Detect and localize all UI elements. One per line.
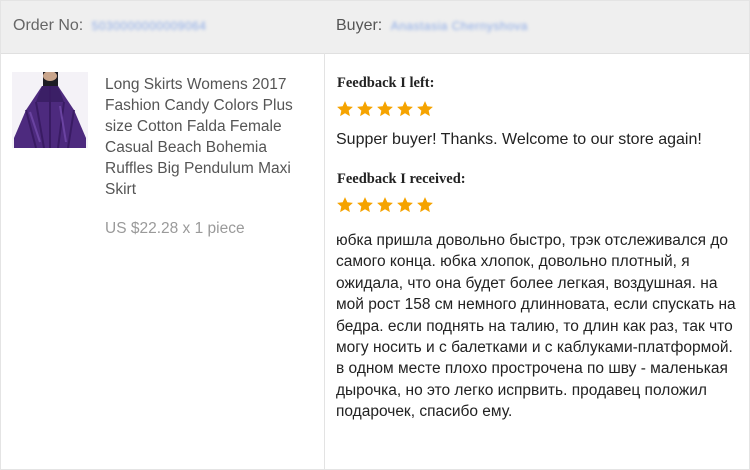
feedback-received-rating	[336, 196, 434, 214]
star-icon	[377, 197, 393, 213]
feedback-left-rating	[336, 100, 434, 118]
order-header: Order No: 5030000000009064 Buyer: Anasta…	[1, 1, 749, 54]
star-icon	[417, 197, 433, 213]
buyer-label: Buyer:	[336, 17, 383, 34]
order-number-field: Order No: 5030000000009064	[13, 17, 206, 35]
column-divider	[324, 53, 325, 469]
order-number-masked[interactable]: 5030000000009064	[92, 19, 207, 33]
star-icon	[337, 197, 353, 213]
star-icon	[377, 101, 393, 117]
feedback-received-heading: Feedback I received:	[337, 171, 466, 187]
star-icon	[357, 101, 373, 117]
product-price: US $22.28 x 1 piece	[105, 220, 245, 237]
purple-skirt-icon	[12, 72, 88, 148]
star-icon	[397, 101, 413, 117]
star-icon	[357, 197, 373, 213]
feedback-left-text: Supper buyer! Thanks. Welcome to our sto…	[336, 131, 702, 148]
buyer-name-masked[interactable]: Anastasia Chernyshova	[391, 19, 528, 33]
star-icon	[337, 101, 353, 117]
product-thumbnail[interactable]	[12, 72, 88, 148]
feedback-received-text: юбка пришла довольно быстро, трэк отслеж…	[336, 232, 736, 421]
order-label: Order No:	[13, 17, 84, 34]
star-icon	[397, 197, 413, 213]
feedback-left-heading: Feedback I left:	[337, 75, 435, 91]
star-icon	[417, 101, 433, 117]
product-title[interactable]: Long Skirts Womens 2017 Fashion Candy Co…	[105, 74, 317, 200]
order-feedback-card: Order No: 5030000000009064 Buyer: Anasta…	[0, 0, 750, 470]
buyer-field: Buyer: Anastasia Chernyshova	[336, 17, 528, 35]
